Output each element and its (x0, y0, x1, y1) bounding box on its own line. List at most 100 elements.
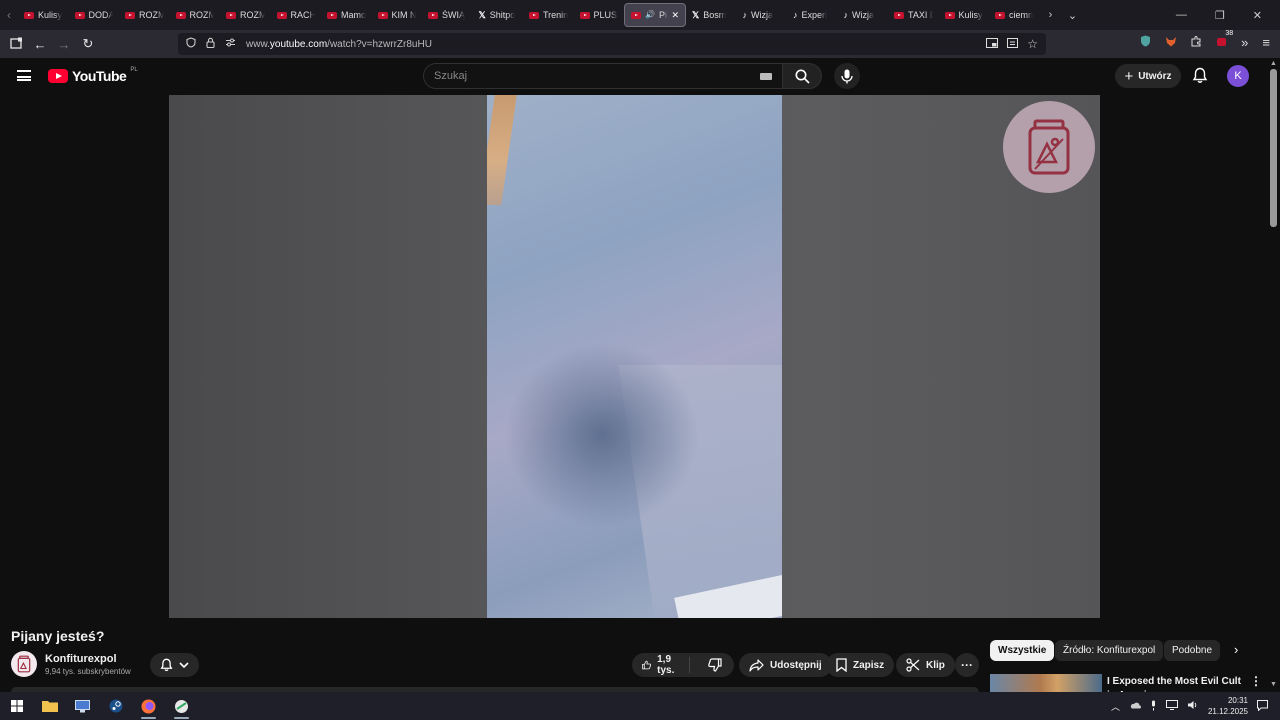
notifications-icon[interactable] (1257, 699, 1268, 713)
video-frame[interactable] (487, 95, 782, 618)
account-avatar[interactable]: K (1227, 65, 1249, 87)
notifications-bell-icon[interactable] (1192, 67, 1208, 89)
network-icon[interactable] (1165, 700, 1178, 712)
keyboard-icon[interactable] (760, 72, 772, 80)
extension-badge-icon[interactable]: 38 (1216, 29, 1234, 50)
browser-tab[interactable]: ROZM (170, 3, 221, 27)
chip-from-channel[interactable]: Źródło: Konfiturexpol (1055, 640, 1164, 661)
browser-tab[interactable]: ♪ Wizja (737, 3, 788, 27)
bookmark-star-icon[interactable]: ☆ (1027, 37, 1038, 51)
microphone-tray-icon[interactable] (1150, 700, 1157, 713)
guide-menu-icon[interactable] (17, 70, 31, 81)
browser-tab[interactable]: ciemn (989, 3, 1040, 27)
close-window-icon[interactable]: ✕ (1253, 9, 1262, 22)
browser-tab[interactable]: ♪ Wizja (838, 3, 889, 27)
app-icon[interactable] (165, 692, 198, 720)
tab-label: Kulisy (958, 10, 983, 20)
browser-tab[interactable]: TAXI B (888, 3, 939, 27)
channel-watermark[interactable] (1003, 101, 1095, 193)
save-button[interactable]: Zapisz (826, 653, 895, 677)
share-button[interactable]: Udostępnij (739, 653, 832, 677)
like-button[interactable]: 1,9 tys. (632, 654, 691, 676)
browser-tab[interactable]: Kulisy (18, 3, 69, 27)
browser-tab[interactable]: 𝕏 Bosm (686, 3, 737, 27)
back-icon[interactable]: ← (28, 37, 52, 52)
address-bar[interactable]: www.youtube.com/watch?v=hzwrrZr8uHU ☆ (178, 33, 1046, 55)
permissions-icon[interactable] (225, 38, 236, 50)
speaker-icon[interactable]: 🔊 (645, 11, 655, 19)
scroll-up-icon[interactable]: ▲ (1270, 60, 1277, 67)
restore-icon[interactable]: ❐ (1215, 9, 1225, 22)
scrollbar-thumb[interactable] (1270, 69, 1277, 227)
remote-desktop-icon[interactable] (66, 692, 99, 720)
extensions-puzzle-icon[interactable] (1191, 35, 1202, 50)
browser-tab[interactable]: ♪ Experi (787, 3, 838, 27)
close-tab-icon[interactable]: ✕ (671, 10, 679, 21)
volume-icon[interactable] (1187, 700, 1199, 712)
browser-tab-bar: ‹ Kulisy DODA ROZM ROZM ROZM RACH Mamo KIM N ŚWI… (0, 0, 1280, 30)
forward-icon[interactable]: → (52, 37, 76, 52)
browser-tab[interactable]: ROZM (220, 3, 271, 27)
browser-tab[interactable]: 𝕏 Shitpo (473, 3, 524, 27)
taskbar-clock[interactable]: 20:31 21.12.2025 (1208, 695, 1248, 717)
clock-time: 20:31 (1227, 696, 1248, 705)
share-icon (749, 658, 764, 672)
browser-tab[interactable]: Mamo (321, 3, 372, 27)
chip-related[interactable]: Podobne (1164, 640, 1221, 661)
tab-label: KIM N (391, 10, 417, 20)
search-button[interactable] (782, 63, 822, 89)
minimize-icon[interactable]: — (1176, 9, 1187, 22)
more-actions-icon[interactable]: ··· (955, 653, 979, 677)
create-button[interactable]: + Utwórz (1115, 64, 1181, 88)
video-player[interactable] (169, 95, 1100, 618)
chip-scroll-right-icon[interactable]: › (1234, 642, 1238, 657)
youtube-wordmark: YouTube (72, 68, 127, 84)
tracking-protection-icon[interactable] (186, 37, 196, 51)
file-explorer-icon[interactable] (33, 692, 66, 720)
scroll-down-icon[interactable]: ▼ (1270, 681, 1277, 688)
start-button[interactable] (0, 692, 33, 720)
tab-scroll-right-icon[interactable]: › (1040, 9, 1062, 21)
browser-tab[interactable]: PLUSH (574, 3, 625, 27)
overflow-menu-icon[interactable]: » (1241, 35, 1248, 50)
channel-name[interactable]: Konfiturexpol (45, 653, 117, 665)
reload-icon[interactable]: ↻ (76, 36, 100, 52)
steam-icon[interactable] (99, 692, 132, 720)
browser-tab[interactable]: 🔊Pija ✕ (624, 3, 686, 27)
browser-tab[interactable]: ŚWIĄ (422, 3, 473, 27)
recommended-thumbnail[interactable] (990, 674, 1102, 694)
clip-label: Klip (926, 659, 945, 671)
reader-view-icon[interactable] (1007, 37, 1019, 51)
clip-button[interactable]: Klip (896, 653, 955, 677)
search-input[interactable]: Szukaj (423, 63, 783, 89)
lock-icon[interactable] (206, 37, 215, 51)
browser-tab[interactable]: Kulisy (939, 3, 990, 27)
sidebar-toggle-icon[interactable] (4, 37, 28, 52)
dislike-button[interactable] (696, 658, 734, 672)
browser-tab[interactable]: ROZM (119, 3, 170, 27)
firefox-icon[interactable] (132, 692, 165, 720)
channel-avatar[interactable] (11, 651, 37, 677)
voice-search-button[interactable] (834, 63, 860, 89)
subscribed-notifications-button[interactable] (150, 653, 199, 677)
browser-tab[interactable]: KIM N (372, 3, 423, 27)
plus-icon: + (1124, 67, 1134, 85)
onedrive-icon[interactable] (1129, 701, 1141, 711)
x-icon: 𝕏 (692, 9, 700, 20)
browser-tab[interactable]: DODA (69, 3, 120, 27)
shield-extension-icon[interactable] (1140, 35, 1151, 50)
browser-tab[interactable]: RACH (271, 3, 322, 27)
youtube-icon (428, 11, 438, 19)
tab-scroll-left-icon[interactable]: ‹ (0, 8, 18, 22)
youtube-logo[interactable]: YouTube PL (48, 67, 138, 84)
recommended-title[interactable]: I Exposed the Most Evil Cult in America (1107, 675, 1247, 693)
page-scrollbar[interactable]: ▲ ▼ (1268, 58, 1280, 688)
recommended-menu-icon[interactable]: ⋮ (1250, 674, 1262, 688)
fox-extension-icon[interactable] (1165, 36, 1177, 50)
browser-tab[interactable]: Trenin (523, 3, 574, 27)
picture-in-picture-icon[interactable] (986, 37, 999, 51)
app-menu-icon[interactable]: ≡ (1262, 35, 1270, 50)
list-all-tabs-icon[interactable]: ⌄ (1062, 9, 1084, 22)
tray-overflow-chevron-icon[interactable]: ︿ (1111, 700, 1120, 713)
chip-all[interactable]: Wszystkie (990, 640, 1055, 661)
